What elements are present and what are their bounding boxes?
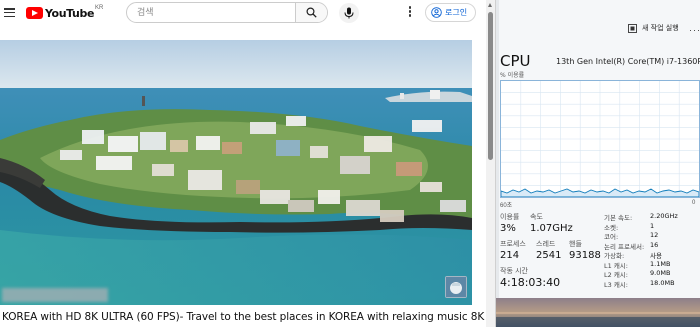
search-icon bbox=[306, 7, 317, 18]
account-icon bbox=[431, 7, 442, 18]
utilization-axis-label: % 이용률 bbox=[500, 72, 525, 79]
search-box bbox=[126, 2, 328, 23]
handles-label: 핸들 bbox=[569, 240, 582, 248]
threads-value: 2541 bbox=[536, 250, 562, 261]
spec-key: L2 캐시: bbox=[604, 271, 628, 279]
login-label: 로그인 bbox=[445, 8, 468, 17]
task-manager-window: 새 작업 실행 ··· CPU 13th Gen Intel(R) Core(T… bbox=[496, 0, 700, 327]
new-task-icon bbox=[628, 23, 637, 33]
cpu-model: 13th Gen Intel(R) Core(TM) i7-1360P bbox=[556, 57, 700, 66]
channel-watermark[interactable] bbox=[445, 276, 467, 298]
spec-row: 기본 속도: 2.20GHz bbox=[604, 212, 700, 222]
desktop-wallpaper bbox=[496, 298, 700, 327]
spec-value: 1.1MB bbox=[650, 259, 671, 268]
uptime-label: 작동 시간 bbox=[500, 267, 528, 275]
spec-row: L3 캐시: 18.0MB bbox=[604, 279, 700, 289]
video-title[interactable]: KOREA with HD 8K ULTRA (60 FPS)- Travel … bbox=[2, 311, 495, 323]
spec-row: 코어: 12 bbox=[604, 231, 700, 241]
cpu-heading: CPU bbox=[500, 52, 531, 70]
youtube-header: YouTube KR 검색 로그인 bbox=[0, 0, 486, 26]
voice-search-button[interactable] bbox=[339, 3, 359, 23]
spec-value: 18.0MB bbox=[650, 278, 675, 287]
utilization-label: 이용률 bbox=[500, 213, 520, 221]
spec-key: 논리 프로세서: bbox=[604, 242, 645, 251]
search-button[interactable] bbox=[295, 3, 327, 22]
spec-key: L3 캐시: bbox=[604, 280, 628, 289]
processes-label: 프로세스 bbox=[500, 240, 526, 248]
blurred-overlay bbox=[2, 288, 108, 302]
speed-value: 1.07GHz bbox=[530, 223, 573, 234]
channel-logo-icon bbox=[446, 277, 466, 297]
cpu-utilization-graph bbox=[500, 80, 700, 198]
utilization-value: 3% bbox=[500, 223, 516, 234]
speed-label: 속도 bbox=[530, 213, 543, 221]
youtube-logo-text: YouTube bbox=[45, 6, 95, 20]
microphone-icon bbox=[344, 7, 354, 19]
spec-row: L1 캐시: 1.1MB bbox=[604, 260, 700, 270]
cpu-spec-table: 기본 속도: 2.20GHz 소켓: 1 코어: 12 논리 프로세서: 16 가상화:… bbox=[604, 212, 700, 289]
run-new-task-button[interactable]: 새 작업 실행 bbox=[628, 23, 679, 33]
spec-row: 논리 프로세서: 16 bbox=[604, 241, 700, 251]
search-input[interactable] bbox=[127, 3, 297, 22]
spec-value: 12 bbox=[650, 231, 659, 239]
spec-key: 소켓: bbox=[604, 223, 619, 232]
page-scrollbar[interactable] bbox=[486, 0, 495, 327]
more-options-icon[interactable]: ··· bbox=[689, 25, 700, 35]
youtube-window: YouTube KR 검색 로그인 KOREA with HD 8K ULTRA… bbox=[0, 0, 496, 327]
spec-value: 2.20GHz bbox=[650, 212, 678, 220]
spec-row: 가상화: 사용 bbox=[604, 250, 700, 260]
scroll-up-icon[interactable] bbox=[488, 3, 492, 7]
graph-time-label: 60초 bbox=[500, 203, 513, 209]
settings-more-icon[interactable] bbox=[407, 6, 413, 20]
handles-value: 93188 bbox=[569, 250, 601, 261]
spec-value: 사용 bbox=[650, 252, 662, 260]
spec-row: L2 캐시: 9.0MB bbox=[604, 269, 700, 279]
login-button[interactable]: 로그인 bbox=[425, 3, 476, 22]
spec-value: 1 bbox=[650, 221, 655, 230]
spec-key: L1 캐시: bbox=[604, 261, 628, 270]
processes-value: 214 bbox=[500, 250, 520, 261]
spec-key: 기본 속도: bbox=[604, 214, 633, 222]
scrollbar-thumb[interactable] bbox=[488, 12, 493, 160]
spec-key: 가상화: bbox=[604, 252, 625, 260]
run-new-task-label: 새 작업 실행 bbox=[642, 24, 679, 32]
menu-icon[interactable] bbox=[4, 8, 15, 18]
youtube-logo[interactable]: YouTube KR bbox=[26, 5, 104, 20]
region-code: KR bbox=[95, 5, 104, 11]
spec-value: 9.0MB bbox=[650, 269, 671, 277]
youtube-play-icon bbox=[26, 7, 43, 19]
spec-key: 코어: bbox=[604, 233, 619, 241]
spec-row: 소켓: 1 bbox=[604, 222, 700, 232]
video-player[interactable] bbox=[0, 40, 472, 305]
spec-value: 16 bbox=[650, 240, 659, 249]
uptime-value: 4:18:03:40 bbox=[500, 276, 561, 289]
threads-label: 스레드 bbox=[536, 240, 556, 248]
task-manager-sidebar bbox=[496, 0, 499, 327]
video-frame bbox=[0, 40, 472, 305]
screen: YouTube KR 검색 로그인 KOREA with HD 8K ULTRA… bbox=[0, 0, 700, 327]
cpu-graph-canvas bbox=[501, 81, 699, 197]
graph-min-label: 0 bbox=[692, 200, 696, 206]
